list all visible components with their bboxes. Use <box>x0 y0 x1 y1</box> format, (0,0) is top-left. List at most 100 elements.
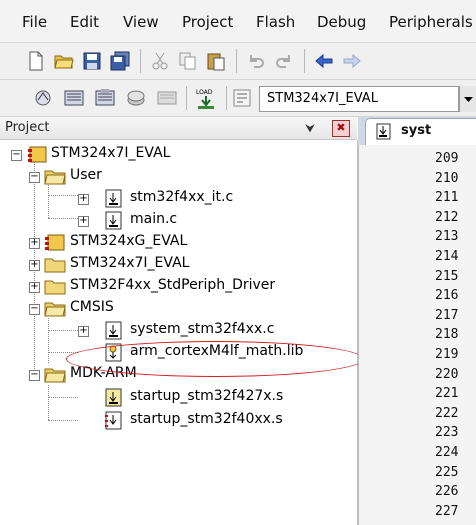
tree-root-row[interactable]: − STM324x7I_EVAL <box>0 144 357 166</box>
save-all-icon[interactable] <box>110 51 130 71</box>
project-target-icon <box>28 146 47 163</box>
line-number: 222 <box>435 405 459 421</box>
collapse-icon[interactable]: − <box>11 150 22 161</box>
tree-file-row[interactable]: + main.c <box>0 210 357 232</box>
tree-group-g-eval[interactable]: + STM324xG_EVAL <box>0 232 357 254</box>
undo-icon[interactable] <box>246 51 266 71</box>
expand-icon[interactable]: + <box>78 194 89 205</box>
rebuild-icon[interactable] <box>95 88 115 108</box>
paste-icon[interactable] <box>206 51 226 71</box>
collapse-icon[interactable]: − <box>29 172 40 183</box>
target-dropdown-button[interactable] <box>459 86 476 112</box>
translate-icon[interactable] <box>33 88 53 108</box>
forward-arrow-icon[interactable] <box>342 51 362 71</box>
target-select-value: STM324x7I_EVAL <box>267 91 378 106</box>
line-number: 210 <box>435 170 459 186</box>
tree-group-i-eval[interactable]: + STM324x7I_EVAL <box>0 254 357 276</box>
line-number: 217 <box>435 307 459 323</box>
stop-build-icon[interactable] <box>157 88 177 108</box>
c-file-icon <box>105 189 122 208</box>
build-toolbar: LOAD STM324x7I_EVAL <box>0 80 476 117</box>
line-number: 225 <box>435 464 459 480</box>
menu-flash[interactable]: Flash <box>256 13 295 31</box>
project-panel-header: Project ⮟ ✖ <box>0 117 357 140</box>
line-number: 227 <box>435 503 459 519</box>
tree-file-row[interactable]: + stm32f4xx_it.c <box>0 188 357 210</box>
c-file-icon <box>105 211 122 230</box>
toolbar-separator <box>186 86 187 110</box>
line-number: 211 <box>435 190 459 206</box>
tree-group-label: STM324x7I_EVAL <box>70 255 190 271</box>
collapse-icon[interactable]: − <box>29 370 40 381</box>
cut-icon[interactable] <box>150 51 170 71</box>
line-number: 212 <box>435 209 459 225</box>
line-number: 220 <box>435 366 459 382</box>
line-number: 213 <box>435 229 459 245</box>
toolbar-separator <box>236 49 237 73</box>
file-toolbar <box>0 43 476 80</box>
open-folder-icon <box>44 368 66 383</box>
tree-group-user[interactable]: − User <box>0 166 357 188</box>
line-number: 216 <box>435 288 459 304</box>
new-file-icon[interactable] <box>26 51 46 71</box>
menu-file[interactable]: File <box>22 13 47 31</box>
expand-icon[interactable]: + <box>78 326 89 337</box>
open-folder-icon <box>44 302 66 317</box>
back-arrow-icon[interactable] <box>314 51 334 71</box>
chevron-down-icon <box>464 97 473 102</box>
tree-group-cmsis[interactable]: − CMSIS <box>0 298 357 320</box>
close-icon[interactable]: ✖ <box>332 120 350 137</box>
expand-icon[interactable]: + <box>29 282 40 293</box>
editor-tab-label: syst <box>401 123 432 138</box>
folder-icon <box>44 258 66 273</box>
expand-icon[interactable]: + <box>78 216 89 227</box>
line-number: 224 <box>435 445 459 460</box>
tree-file-row[interactable]: startup_stm32f427x.s <box>0 387 357 409</box>
toolbar-separator <box>226 86 227 110</box>
load-icon[interactable]: LOAD <box>194 86 218 110</box>
redo-icon[interactable] <box>274 51 294 71</box>
target-folder-icon <box>45 234 65 251</box>
tree-file-label: system_stm32f4xx.c <box>130 321 275 337</box>
expand-icon[interactable]: + <box>29 238 40 249</box>
project-panel-title: Project <box>5 120 50 135</box>
menu-peripherals[interactable]: Peripherals <box>389 13 473 31</box>
tree-file-label: startup_stm32f40xx.s <box>130 411 283 427</box>
tree-group-label: STM32F4xx_StdPeriph_Driver <box>70 277 276 293</box>
line-number: 214 <box>435 249 459 264</box>
batch-build-icon[interactable] <box>126 88 146 108</box>
menu-edit[interactable]: Edit <box>70 13 99 31</box>
menu-bar: File Edit View Project Flash Debug Perip… <box>0 0 476 43</box>
c-file-icon <box>105 321 122 340</box>
expand-icon[interactable]: + <box>29 260 40 271</box>
tree-file-row[interactable]: + system_stm32f4xx.c <box>0 320 357 342</box>
editor-tab[interactable]: syst <box>365 118 476 145</box>
line-number-gutter: 209 210 211 212 213 214 215 216 217 218 219 220 221 2… <box>358 145 476 525</box>
line-number: 219 <box>435 347 459 362</box>
menu-debug[interactable]: Debug <box>317 13 366 31</box>
line-number: 226 <box>435 484 459 500</box>
highlight-ellipse <box>66 341 364 377</box>
target-options-icon[interactable] <box>232 88 252 108</box>
tree-group-driver[interactable]: + STM32F4xx_StdPeriph_Driver <box>0 276 357 298</box>
asm-file-icon <box>105 411 122 430</box>
pin-icon[interactable]: ⮟ <box>305 121 315 136</box>
line-number: 221 <box>435 386 459 402</box>
menu-view[interactable]: View <box>123 13 159 31</box>
line-number: 218 <box>435 327 459 343</box>
line-number: 215 <box>435 268 459 284</box>
open-folder-icon[interactable] <box>54 51 74 71</box>
load-icon-text: LOAD <box>196 89 213 96</box>
collapse-icon[interactable]: − <box>29 304 40 315</box>
build-icon[interactable] <box>64 88 84 108</box>
save-icon[interactable] <box>82 51 102 71</box>
line-number: 209 <box>435 151 459 166</box>
tree-root-label: STM324x7I_EVAL <box>51 145 171 161</box>
menu-project[interactable]: Project <box>182 13 233 31</box>
tree-file-label: stm32f4xx_it.c <box>130 189 234 205</box>
target-select[interactable]: STM324x7I_EVAL <box>259 86 459 112</box>
tree-file-label: main.c <box>130 211 178 227</box>
tree-file-row[interactable]: startup_stm32f40xx.s <box>0 410 357 432</box>
copy-icon[interactable] <box>178 51 198 71</box>
tree-group-label: STM324xG_EVAL <box>70 233 188 249</box>
